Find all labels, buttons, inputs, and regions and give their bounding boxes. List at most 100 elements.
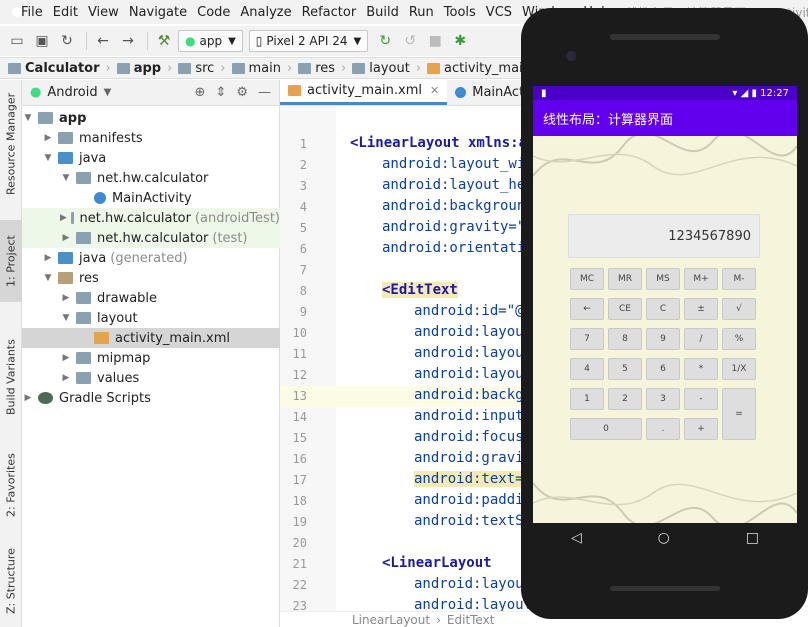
chevron-down-icon[interactable]: ▼ <box>104 87 112 98</box>
code-line[interactable]: 21 <LinearLayout <box>280 554 530 575</box>
tree-item-activity-main[interactable]: activity_main.xml <box>22 328 280 348</box>
calc-key[interactable]: * <box>684 358 718 380</box>
calc-key[interactable]: √ <box>722 298 756 320</box>
breadcrumb-item[interactable]: main › <box>231 61 299 76</box>
tree-item-mipmap[interactable]: ▶ mipmap <box>22 348 280 368</box>
tab-project[interactable]: 1: Project <box>0 220 22 302</box>
calc-key[interactable]: 3 <box>646 388 680 410</box>
apply-changes-icon[interactable]: ↻ <box>374 30 396 52</box>
menu-vcs[interactable]: VCS <box>481 5 517 20</box>
calc-key[interactable]: 4 <box>570 358 604 380</box>
tab-activity-main[interactable]: activity_main.xml ✕ <box>280 79 448 105</box>
calc-key[interactable]: C <box>646 298 680 320</box>
recents-nav-icon[interactable]: □ <box>746 530 759 546</box>
breadcrumb-item[interactable]: Calculator › <box>8 61 117 76</box>
tree-item-package-test[interactable]: ▶ net.hw.calculator (test) <box>22 228 280 248</box>
calc-key[interactable]: CE <box>608 298 642 320</box>
tree-item-package-androidtest[interactable]: ▶ net.hw.calculator (androidTest) <box>22 208 280 228</box>
locate-icon[interactable]: ⊕ <box>195 85 206 100</box>
home-nav-icon[interactable]: ○ <box>658 530 670 546</box>
tab-structure[interactable]: Z: Structure <box>0 540 22 622</box>
code-line[interactable]: 16 android:gravit <box>280 449 530 470</box>
project-view-select[interactable]: Android <box>47 85 97 100</box>
calc-key[interactable]: MR <box>608 268 642 290</box>
hide-icon[interactable]: — <box>258 85 271 100</box>
code-line[interactable]: 19 android:textSi <box>280 512 530 533</box>
menu-run[interactable]: Run <box>404 5 439 20</box>
code-line[interactable]: 2 android:layout_wid <box>280 155 530 176</box>
menu-view[interactable]: View <box>83 5 124 20</box>
calc-key[interactable]: 2 <box>608 388 642 410</box>
debug-icon[interactable]: ✱ <box>449 30 471 52</box>
calc-key[interactable]: M+ <box>684 268 718 290</box>
calc-key[interactable]: 8 <box>608 328 642 350</box>
code-line[interactable]: 17 android:text=" <box>280 470 530 491</box>
calc-key[interactable]: M- <box>722 268 756 290</box>
tree-item-drawable[interactable]: ▶ drawable <box>22 288 280 308</box>
tree-item-app[interactable]: ▼ app <box>22 108 280 128</box>
calc-key[interactable]: 7 <box>570 328 604 350</box>
calc-key[interactable]: 9 <box>646 328 680 350</box>
code-line[interactable]: 12 android:layout <box>280 365 530 386</box>
code-line[interactable]: 3 android:layout_hei <box>280 176 530 197</box>
code-line[interactable]: 5 android:gravity="c <box>280 218 530 239</box>
calc-key[interactable]: 0 <box>570 418 642 440</box>
calc-key[interactable]: = <box>722 388 756 440</box>
tab-favorites[interactable]: 2: Favorites <box>0 444 22 526</box>
close-icon[interactable]: ✕ <box>430 84 439 97</box>
code-line[interactable]: 13 android:backgr <box>280 386 530 407</box>
calc-key[interactable]: MS <box>646 268 680 290</box>
menu-edit[interactable]: Edit <box>48 5 83 20</box>
code-line[interactable]: 18 android:paddin <box>280 491 530 512</box>
breadcrumb-item[interactable]: app › <box>116 61 179 76</box>
menu-navigate[interactable]: Navigate <box>124 5 192 20</box>
calc-key[interactable]: / <box>684 328 718 350</box>
apply-code-changes-icon[interactable]: ↺ <box>399 30 421 52</box>
tree-item-res[interactable]: ▼ res <box>22 268 280 288</box>
calc-key[interactable]: MC <box>570 268 604 290</box>
code-line[interactable]: 7 <box>280 260 530 281</box>
menu-code[interactable]: Code <box>192 5 235 20</box>
device-select[interactable]: ▯ Pixel 2 API 24 ▼ <box>248 30 369 52</box>
back-nav-icon[interactable]: ◁ <box>571 530 582 546</box>
menu-tools[interactable]: Tools <box>439 5 481 20</box>
tree-item-gradle-scripts[interactable]: ▶ Gradle Scripts <box>22 388 280 408</box>
back-icon[interactable]: ← <box>92 30 114 52</box>
save-icon[interactable]: ▣ <box>31 30 53 52</box>
calc-key[interactable]: 5 <box>608 358 642 380</box>
calculator-display[interactable]: 1234567890 <box>568 214 760 258</box>
calc-key[interactable]: - <box>684 388 718 410</box>
tab-resource-manager[interactable]: Resource Manager <box>0 88 22 200</box>
menu-analyze[interactable]: Analyze <box>235 5 296 20</box>
calc-key[interactable]: % <box>722 328 756 350</box>
tree-item-manifests[interactable]: ▶ manifests <box>22 128 280 148</box>
calc-key[interactable]: 6 <box>646 358 680 380</box>
emulator-screen[interactable]: ▮ ▾ ◢ ▮ 12:27 线性布局：计算器界面 1234567890 MC MR… <box>533 86 797 523</box>
tree-item-values[interactable]: ▶ values <box>22 368 280 388</box>
code-line[interactable]: 10 android:layout <box>280 323 530 344</box>
open-folder-icon[interactable]: ▭ <box>6 30 28 52</box>
menu-refactor[interactable]: Refactor <box>297 5 362 20</box>
code-line[interactable]: 8 <EditText <box>280 281 530 302</box>
code-line[interactable]: 9 android:id="@+ <box>280 302 530 323</box>
code-editor[interactable]: 1 <LinearLayout xmlns:an 2 android:layout_w… <box>280 106 530 627</box>
gear-icon[interactable]: ⚙ <box>236 85 248 100</box>
calc-key[interactable]: 1 <box>570 388 604 410</box>
calc-key[interactable]: ± <box>684 298 718 320</box>
tree-item-java[interactable]: ▼ java <box>22 148 280 168</box>
forward-icon[interactable]: → <box>117 30 139 52</box>
tree-item-layout[interactable]: ▼ layout <box>22 308 280 328</box>
breadcrumb-item[interactable]: layout › <box>352 61 427 76</box>
calc-key[interactable]: ← <box>570 298 604 320</box>
sync-icon[interactable]: ↻ <box>56 30 78 52</box>
run-config-select[interactable]: ● app ▼ <box>178 30 243 52</box>
calc-key[interactable]: 1/X <box>722 358 756 380</box>
tree-item-package[interactable]: ▼ net.hw.calculator <box>22 168 280 188</box>
tree-item-mainactivity[interactable]: MainActivity <box>22 188 280 208</box>
code-line[interactable]: 14 android:inputT <box>280 407 530 428</box>
breadcrumb-item[interactable]: res › <box>298 61 352 76</box>
stop-icon[interactable]: ■ <box>424 30 446 52</box>
collapse-icon[interactable]: ⇕ <box>215 85 226 100</box>
code-line[interactable]: 6 android:orientatio <box>280 239 530 260</box>
code-line[interactable]: 22 android:layout <box>280 575 530 596</box>
